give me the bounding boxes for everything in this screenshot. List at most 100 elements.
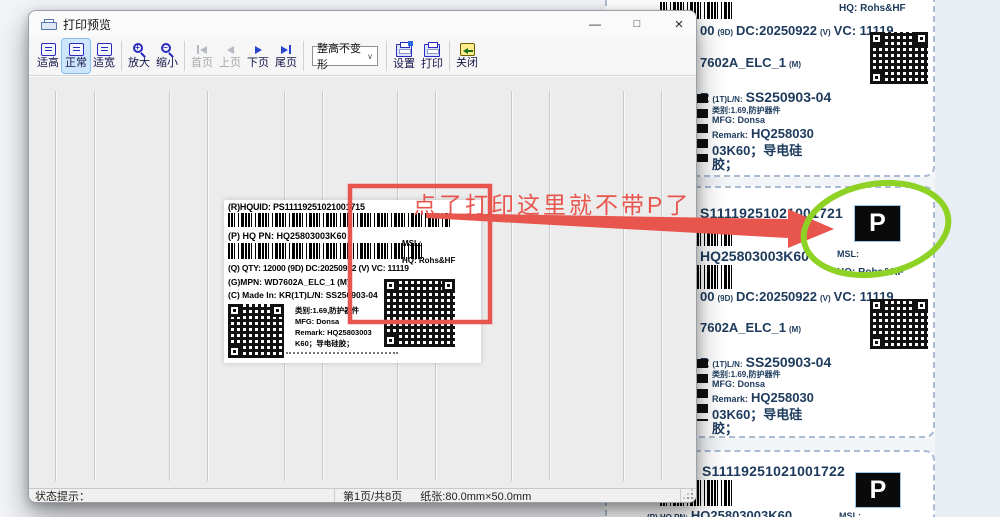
zoom-out-button[interactable]: − 缩小 — [153, 39, 181, 73]
barcode — [228, 213, 450, 227]
qty-part: (9D) — [717, 294, 733, 303]
bg-remark-line3: 胶； — [712, 154, 738, 173]
last-page-icon — [281, 44, 291, 56]
bg-pn-text: HQ25803003K60 — [700, 248, 809, 264]
normal-zoom-button[interactable]: 正常 — [62, 39, 90, 73]
qr-code — [870, 32, 928, 84]
pn-prefix: (P) HQ PN: — [647, 513, 688, 517]
zoom-in-icon: + — [133, 43, 146, 56]
label-uid-line: (R)HQUID: PS11119251021001715 — [228, 202, 365, 212]
msl-p-badge: P — [854, 205, 901, 242]
button-label: 放大 — [128, 58, 150, 69]
mpn-suffix: (M) — [789, 60, 801, 69]
bg-serial-text: S11119251021001721 — [700, 205, 843, 221]
fit-height-button[interactable]: 适高 — [34, 39, 62, 73]
qty-part: (V) — [820, 294, 831, 303]
toolbar-separator — [303, 41, 304, 71]
prev-page-button[interactable]: 上页 — [216, 39, 244, 73]
toolbar-separator — [386, 41, 387, 71]
button-label: 适宽 — [93, 58, 115, 69]
maximize-button[interactable]: □ — [630, 15, 644, 33]
page-guide-line — [511, 91, 512, 481]
qr-finder — [271, 304, 284, 317]
bg-lot-line: R (1T)L/N: SS250903-04 — [700, 89, 831, 105]
preview-canvas[interactable]: (R)HQUID: PS11119251021001715 (P) HQ PN:… — [29, 77, 696, 490]
qr-code-fragment — [697, 359, 708, 421]
fit-height-icon — [41, 43, 56, 56]
button-label: 适高 — [37, 58, 59, 69]
label-remark2: K60；导电硅胶； — [295, 338, 372, 349]
bg-remark-line3: 胶； — [712, 418, 738, 437]
button-label: 打印 — [421, 59, 443, 70]
label-mpn-line: (G)MPN: WD7602A_ELC_1 (M) — [228, 277, 350, 287]
settings-badge — [408, 41, 413, 46]
qty-part: (V) — [820, 28, 831, 37]
bg-qty-line: 00 (9D) DC:20250922 (V) VC: 11119 — [700, 289, 894, 304]
next-page-icon — [255, 44, 262, 56]
settings-button[interactable]: 设置 — [390, 39, 418, 73]
bg-mpn-line: 7602A_ELC_1 (M) — [700, 55, 801, 70]
minimize-button[interactable]: — — [588, 15, 602, 33]
qr-finder — [870, 71, 883, 84]
label-category: 类别:1.69,防护器件 — [295, 305, 372, 316]
first-page-icon — [197, 44, 207, 56]
printer-settings-icon — [396, 44, 412, 57]
print-button[interactable]: 打印 — [418, 39, 446, 73]
page-guide-line — [661, 91, 662, 481]
close-preview-button[interactable]: 关闭 — [453, 39, 481, 73]
label-msl: MSL: — [402, 239, 422, 248]
button-label: 上页 — [219, 58, 241, 69]
barcode — [228, 243, 423, 259]
last-page-button[interactable]: 尾页 — [272, 39, 300, 73]
bg-hq-text: HQ: Rohs&HF — [839, 3, 906, 14]
bg-remark-line: Remark: HQ258030 — [712, 390, 814, 405]
prev-page-icon — [227, 44, 234, 56]
qty-part: 00 — [700, 289, 714, 304]
titlebar[interactable]: 打印预览 — □ × — [29, 11, 696, 37]
bg-pn-line: (P) HQ PN: HQ25803003K60 — [647, 508, 792, 517]
qr-finder — [384, 334, 397, 347]
qr-code — [228, 304, 284, 358]
status-bar: 状态提示： 第1页/共8页 纸张:80.0mm×50.0mm — [29, 488, 696, 502]
qr-finder — [442, 279, 455, 292]
toolbar-separator — [121, 41, 122, 71]
qr-finder — [384, 279, 397, 292]
lot-part: (1T)L/N: — [712, 95, 742, 104]
next-page-button[interactable]: 下页 — [244, 39, 272, 73]
normal-zoom-icon — [69, 43, 84, 56]
toolbar-separator — [184, 41, 185, 71]
close-button[interactable]: × — [672, 15, 686, 33]
page-guide-line — [55, 91, 56, 481]
qty-part: 00 — [700, 23, 714, 38]
resize-grip[interactable] — [691, 497, 693, 499]
page-guide-line — [94, 91, 95, 481]
printer-icon — [41, 19, 55, 30]
button-label: 首页 — [191, 58, 213, 69]
bg-mpn-line: 7602A_ELC_1 (M) — [700, 320, 801, 335]
qr-finder — [870, 299, 883, 312]
qr-finder — [870, 336, 883, 349]
qr-finder — [915, 32, 928, 45]
scale-mode-dropdown[interactable]: 整高不变形 ∨ — [312, 46, 378, 66]
zoom-in-button[interactable]: + 放大 — [125, 39, 153, 73]
status-hint-cell: 状态提示： — [29, 489, 335, 502]
fit-width-button[interactable]: 适宽 — [90, 39, 118, 73]
print-preview-window: 打印预览 — □ × 适高 正常 适宽 + 放大 — [28, 10, 697, 503]
first-page-button[interactable]: 首页 — [188, 39, 216, 73]
remark-label: Remark: — [712, 394, 748, 404]
qr-finder — [870, 32, 883, 45]
remark-value: HQ258030 — [751, 390, 814, 405]
msl-p-badge: P — [855, 472, 901, 508]
button-label: 设置 — [393, 59, 415, 70]
qr-code-fragment — [697, 94, 708, 162]
label-remark1: Remark: HQ25803003 — [295, 327, 372, 338]
toolbar: 适高 正常 适宽 + 放大 − 缩小 首页 — [29, 37, 696, 76]
mpn-main: 7602A_ELC_1 — [700, 55, 786, 70]
lot-part: SS250903-04 — [746, 89, 832, 105]
page-guide-line — [169, 91, 170, 481]
label-pn-line: (P) HQ PN: HQ25803003K60 — [228, 231, 347, 241]
remark-value: HQ258030 — [751, 126, 814, 141]
plus-sign: + — [133, 43, 143, 53]
button-label: 下页 — [247, 58, 269, 69]
page-guide-line — [549, 91, 550, 481]
